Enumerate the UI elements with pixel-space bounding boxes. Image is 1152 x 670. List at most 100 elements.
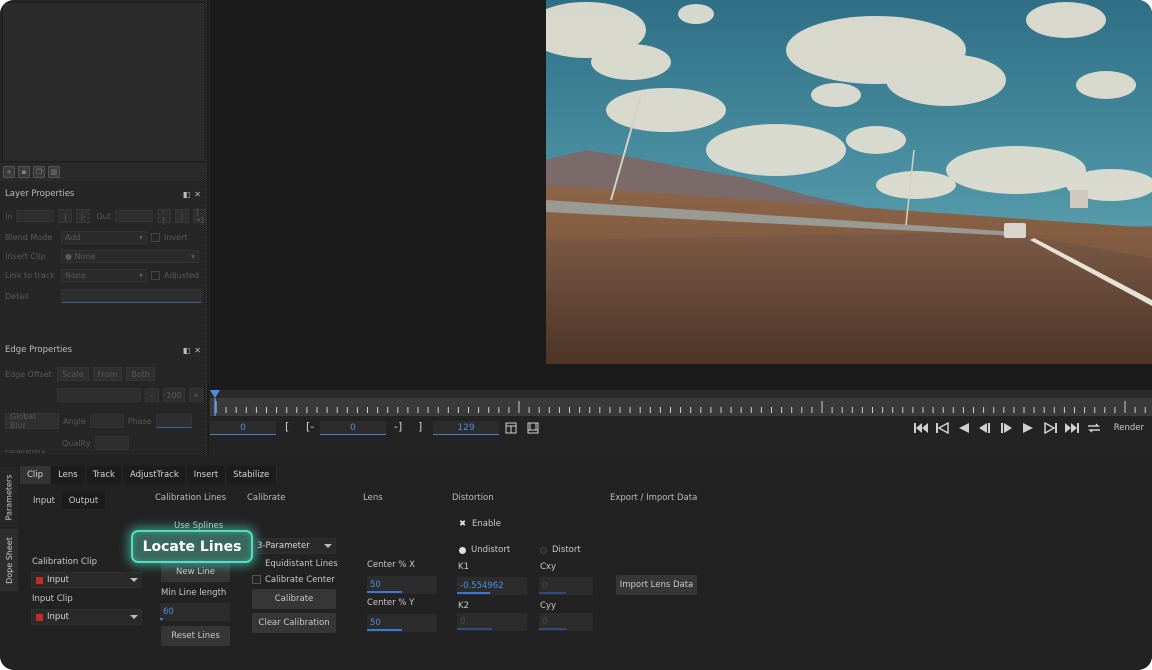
- side-tab-dope-sheet[interactable]: Dope Sheet: [0, 529, 18, 591]
- in-out-row: In | |- Out -| | |•|: [5, 207, 207, 225]
- k2-field[interactable]: 0: [457, 613, 527, 631]
- calibration-lines-header: Calibration Lines: [155, 493, 227, 503]
- timeline[interactable]: [210, 390, 1152, 416]
- link-to-track-select[interactable]: None ▾: [61, 268, 147, 282]
- current-frame-field[interactable]: 0: [210, 421, 276, 435]
- media-bin[interactable]: [2, 2, 206, 162]
- in-frame-field[interactable]: 0: [320, 421, 386, 435]
- trim-in-icon[interactable]: [504, 421, 518, 435]
- in-field[interactable]: [16, 210, 55, 222]
- trim-out-icon[interactable]: [526, 421, 540, 435]
- quality-row: Quality: [62, 436, 129, 450]
- from-button[interactable]: From: [92, 367, 123, 381]
- viewer[interactable]: [210, 0, 1152, 390]
- clip-color-icon: [36, 576, 43, 584]
- close-icon[interactable]: ✕: [194, 190, 201, 199]
- increment-button[interactable]: +: [189, 388, 203, 402]
- quality-field[interactable]: [94, 436, 129, 450]
- edge-offset-field[interactable]: [57, 388, 141, 402]
- enable-check-icon[interactable]: ✖: [459, 519, 466, 529]
- k1-label: K1: [458, 562, 469, 572]
- import-lens-data-button[interactable]: Import Lens Data: [616, 575, 697, 595]
- global-blur-row: Global Blur Angle Phase: [5, 412, 192, 430]
- float-icon[interactable]: ◧: [183, 190, 191, 199]
- locate-lines-button[interactable]: Locate Lines: [131, 530, 253, 563]
- scale-button[interactable]: Scale: [57, 367, 89, 381]
- panel-splitter[interactable]: [206, 0, 209, 455]
- min-line-length-field[interactable]: 60: [160, 603, 230, 621]
- timeline-ruler[interactable]: [210, 398, 1152, 416]
- both-button[interactable]: Both: [126, 367, 155, 381]
- out-jump-button[interactable]: -|: [156, 207, 171, 225]
- distort-label: Distort: [552, 545, 581, 555]
- playhead-icon[interactable]: [210, 390, 220, 416]
- center-x-field[interactable]: 50: [367, 576, 437, 594]
- detail-slider[interactable]: [61, 289, 202, 303]
- in-jump-button[interactable]: |-: [76, 209, 91, 223]
- layer-properties-title: Layer Properties: [5, 189, 75, 199]
- set-in-button[interactable]: [: [285, 420, 289, 433]
- set-out-button[interactable]: ]: [418, 420, 422, 433]
- calibrate-center-label: Calibrate Center: [265, 575, 335, 585]
- close-icon[interactable]: ✕: [194, 346, 201, 355]
- angle-field[interactable]: [89, 414, 124, 428]
- adjusted-checkbox[interactable]: [151, 270, 160, 280]
- cxy-field[interactable]: 0: [539, 577, 593, 595]
- go-to-end-icon[interactable]: [1065, 421, 1079, 435]
- float-icon[interactable]: ◧: [183, 346, 191, 355]
- subtab-output[interactable]: Output: [62, 492, 105, 509]
- input-clip-select[interactable]: Input: [31, 609, 142, 625]
- loop-mode-icon[interactable]: [1087, 421, 1101, 435]
- previous-keyframe-icon[interactable]: [936, 421, 950, 435]
- undistort-radio[interactable]: [459, 547, 466, 554]
- cyy-field[interactable]: 0: [539, 613, 593, 631]
- play-forward-icon[interactable]: [1021, 421, 1035, 435]
- distort-radio[interactable]: [540, 547, 547, 554]
- reset-lines-button[interactable]: Reset Lines: [161, 626, 230, 646]
- calibrate-button[interactable]: Calibrate: [252, 589, 336, 609]
- new-line-button[interactable]: New Line: [161, 562, 230, 582]
- go-to-start-icon[interactable]: [914, 421, 928, 435]
- trash-icon[interactable]: ▥: [48, 166, 60, 178]
- step-backward-icon[interactable]: [977, 421, 991, 435]
- tab-adjusttrack[interactable]: AdjustTrack: [122, 466, 187, 484]
- global-blur-button[interactable]: Global Blur: [5, 412, 59, 430]
- out-field[interactable]: [114, 210, 153, 222]
- calibrate-center-checkbox[interactable]: [252, 575, 261, 584]
- calibration-clip-label: Calibration Clip: [32, 557, 98, 567]
- k1-field[interactable]: -0.554962: [457, 577, 527, 595]
- edge-value-button[interactable]: 100: [163, 388, 185, 402]
- new-folder-icon[interactable]: +: [3, 166, 15, 178]
- side-tab-parameters[interactable]: Parameters: [0, 467, 18, 527]
- tab-insert[interactable]: Insert: [186, 466, 227, 484]
- calibration-clip-select[interactable]: Input: [31, 572, 142, 588]
- duplicate-icon[interactable]: ❐: [33, 166, 45, 178]
- in-set-button[interactable]: |: [58, 209, 73, 223]
- adjusted-label: Adjusted: [164, 270, 200, 280]
- tab-lens[interactable]: Lens: [51, 466, 86, 484]
- decrement-button[interactable]: -: [145, 388, 159, 402]
- out-range-button[interactable]: |•|: [192, 207, 207, 225]
- tab-stabilize[interactable]: Stabilize: [226, 466, 278, 484]
- subtab-input[interactable]: Input: [30, 492, 58, 509]
- out-frame-field[interactable]: 129: [433, 421, 499, 435]
- insert-clip-select[interactable]: ● None ▾: [61, 249, 199, 263]
- go-to-out-button[interactable]: -]: [394, 420, 402, 433]
- blend-mode-select[interactable]: Add ▾: [61, 230, 147, 244]
- out-set-button[interactable]: |: [174, 209, 189, 223]
- save-icon[interactable]: ▪: [18, 166, 30, 178]
- clear-calibration-button[interactable]: Clear Calibration: [252, 613, 336, 633]
- go-to-in-button[interactable]: [-: [306, 420, 314, 433]
- tab-track[interactable]: Track: [85, 466, 123, 484]
- step-forward-icon[interactable]: [1000, 421, 1014, 435]
- model-select[interactable]: 3-Parameter: [252, 538, 336, 554]
- detail-label: Detail: [5, 291, 29, 301]
- detail-row: Detail: [5, 289, 202, 303]
- play-backward-icon[interactable]: [957, 421, 971, 435]
- tab-clip[interactable]: Clip: [20, 466, 52, 484]
- next-keyframe-icon[interactable]: [1043, 421, 1057, 435]
- phase-field[interactable]: [155, 414, 192, 428]
- center-y-field[interactable]: 50: [367, 614, 437, 632]
- render-button[interactable]: Render: [1114, 423, 1144, 433]
- invert-checkbox[interactable]: [151, 232, 160, 242]
